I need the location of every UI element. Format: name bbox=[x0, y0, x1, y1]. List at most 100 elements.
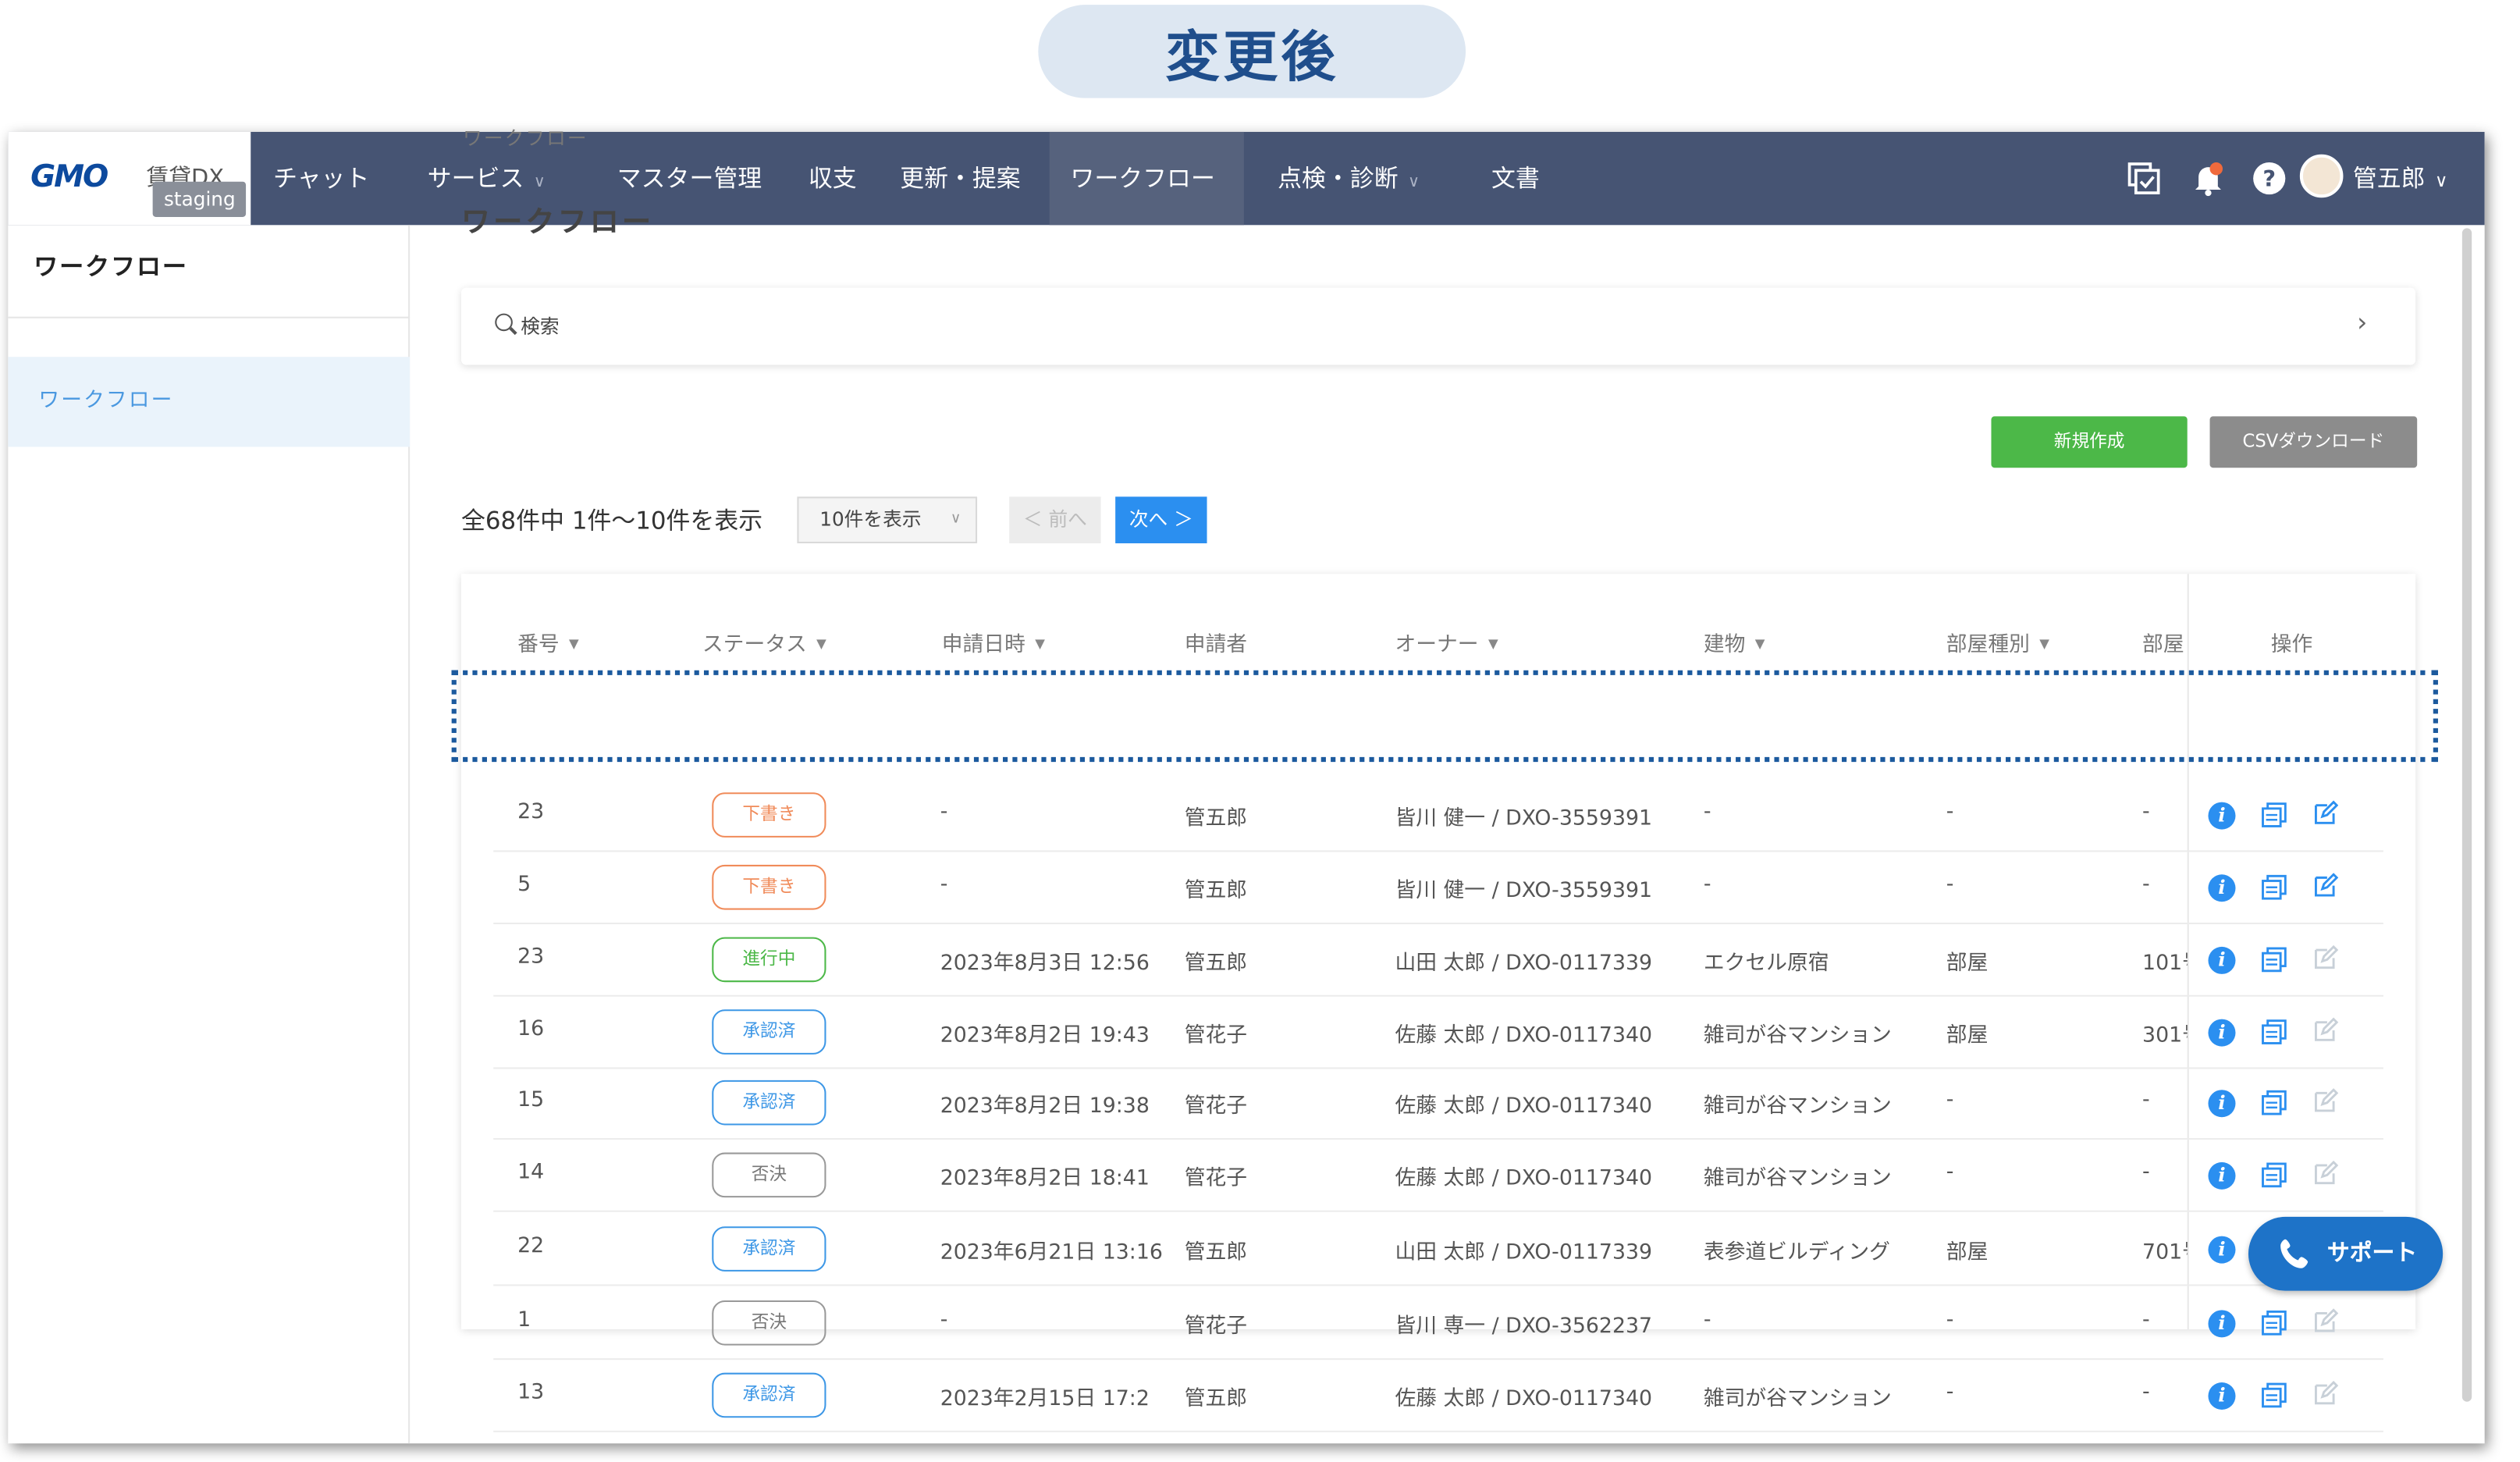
next-page-button[interactable]: 次へ ＞ bbox=[1115, 496, 1207, 544]
task-check-icon[interactable] bbox=[2123, 158, 2165, 200]
chevron-right-icon: › bbox=[2357, 307, 2368, 338]
nav-workflow[interactable]: ワークフロー bbox=[1049, 131, 1244, 226]
help-icon[interactable]: ? bbox=[2248, 158, 2291, 200]
nav-inspection[interactable]: 点検・診断 ∨ bbox=[1256, 132, 1440, 225]
header-owner[interactable]: オーナー ▼ bbox=[1395, 627, 1498, 657]
table-row[interactable]: 22 2023年6月21日 13:16 管五郎 山田 太郎 / DXO-0117339… bbox=[493, 1214, 2383, 1286]
avatar bbox=[2299, 154, 2344, 198]
header-date[interactable]: 申請日時 ▼ bbox=[942, 627, 1045, 657]
info-icon[interactable]: i bbox=[2208, 1090, 2236, 1118]
prev-page-button[interactable]: ＜ 前へ bbox=[1009, 496, 1101, 544]
info-icon[interactable]: i bbox=[2208, 1019, 2236, 1047]
info-icon[interactable]: i bbox=[2208, 874, 2236, 902]
search-panel-toggle[interactable]: 検索 › bbox=[461, 287, 2416, 365]
cell-applicant: 管花子 bbox=[1184, 1167, 1248, 1191]
copy-icon[interactable] bbox=[2261, 1090, 2287, 1115]
new-button[interactable]: 新規作成 bbox=[1991, 416, 2188, 468]
cell-room-type: - bbox=[1946, 873, 1954, 898]
cell-owner: 山田 太郎 / DXO-0117339 bbox=[1395, 1240, 1653, 1265]
copy-icon[interactable] bbox=[2261, 802, 2287, 828]
highlight-box bbox=[451, 670, 2438, 763]
table-row[interactable]: 15 2023年8月2日 19:38 管花子 佐藤 太郎 / DXO-0117340 雑… bbox=[493, 1067, 2383, 1140]
cell-owner: 皆川 健一 / DXO-3559391 bbox=[1395, 806, 1653, 831]
cell-room: - bbox=[2142, 1308, 2150, 1333]
cell-room: 101号 bbox=[2142, 952, 2188, 976]
copy-icon[interactable] bbox=[2261, 1310, 2287, 1336]
app-logo[interactable]: GMO 賃貸DX staging bbox=[8, 131, 251, 226]
info-icon[interactable]: i bbox=[2208, 1310, 2236, 1338]
cell-number: 13 bbox=[517, 1380, 545, 1405]
header-room-type[interactable]: 部屋種別 ▼ bbox=[1946, 627, 2049, 657]
csv-download-button[interactable]: CSVダウンロード bbox=[2209, 416, 2418, 468]
sort-icon: ▼ bbox=[1487, 636, 1498, 652]
cell-number: 5 bbox=[517, 873, 531, 898]
support-button[interactable]: サポート bbox=[2248, 1216, 2444, 1291]
cell-room-type: - bbox=[1946, 800, 1954, 825]
cell-owner: 佐藤 太郎 / DXO-0117340 bbox=[1395, 1167, 1653, 1191]
user-menu[interactable]: 管五郎 ∨ bbox=[2299, 132, 2447, 225]
cell-room-type: - bbox=[1946, 1308, 1954, 1333]
scrollbar[interactable] bbox=[2461, 228, 2472, 1402]
cell-room: - bbox=[2142, 873, 2150, 898]
table-row[interactable]: 14 2023年8月2日 18:41 管花子 佐藤 太郎 / DXO-0117340 雑… bbox=[493, 1140, 2383, 1212]
nav-finance[interactable]: 収支 bbox=[789, 132, 876, 225]
copy-icon[interactable] bbox=[2261, 1019, 2287, 1045]
cell-applicant: 管花子 bbox=[1184, 1094, 1248, 1119]
copy-icon[interactable] bbox=[2261, 874, 2287, 900]
status-badge: 承認済 bbox=[712, 1080, 826, 1126]
svg-text:?: ? bbox=[2262, 165, 2276, 192]
table-row[interactable]: 23 - 管五郎 皆川 健一 / DXO-3559391 - - - 下書き bbox=[493, 780, 2383, 852]
nav-renewal[interactable]: 更新・提案 bbox=[880, 132, 1040, 225]
nav-chat[interactable]: チャット bbox=[251, 132, 392, 225]
header-building[interactable]: 建物 ▼ bbox=[1704, 627, 1765, 657]
cell-room-type: 部屋 bbox=[1946, 1240, 1989, 1265]
nav-documents[interactable]: 文書 bbox=[1470, 132, 1560, 225]
notification-bell-icon[interactable] bbox=[2188, 158, 2230, 200]
cell-applicant: 管五郎 bbox=[1184, 1240, 1248, 1265]
copy-icon[interactable] bbox=[2261, 1382, 2287, 1408]
edit-icon[interactable] bbox=[2312, 800, 2339, 827]
header-status[interactable]: ステータス ▼ bbox=[702, 627, 826, 657]
edit-icon[interactable] bbox=[2312, 873, 2339, 898]
cell-applicant: 管五郎 bbox=[1184, 806, 1248, 831]
sort-icon: ▼ bbox=[816, 636, 826, 652]
cell-owner: 皆川 健一 / DXO-3559391 bbox=[1395, 879, 1653, 904]
table-row[interactable]: 23 2023年8月3日 12:56 管五郎 山田 太郎 / DXO-0117339 エ… bbox=[493, 924, 2383, 997]
status-badge: 否決 bbox=[712, 1152, 826, 1198]
screenshot-stage: 変更後 GMO 賃貸DX staging チャット サービス ∨ マスター管理 収… bbox=[0, 0, 2520, 1462]
cell-owner: 皆川 専一 / DXO-3562237 bbox=[1395, 1314, 1653, 1339]
cell-room-type: - bbox=[1946, 1160, 1954, 1185]
table-row[interactable]: 16 2023年8月2日 19:43 管花子 佐藤 太郎 / DXO-0117340 雑… bbox=[493, 997, 2383, 1069]
nav-label: 文書 bbox=[1491, 164, 1540, 194]
nav-label: 収支 bbox=[808, 164, 857, 194]
table-row[interactable]: 5 - 管五郎 皆川 健一 / DXO-3559391 - - - 下書き bbox=[493, 852, 2383, 925]
breadcrumb[interactable]: ワークフロー bbox=[463, 124, 588, 151]
cell-building: 雑司が谷マンション bbox=[1703, 1094, 1892, 1119]
nav-label: サービス bbox=[427, 164, 524, 194]
table-row[interactable]: 13 2023年2月15日 17:2 管五郎 佐藤 太郎 / DXO-0117340 雑… bbox=[493, 1360, 2383, 1432]
info-icon[interactable]: i bbox=[2208, 1161, 2236, 1190]
nav-label: マスター管理 bbox=[617, 164, 762, 194]
sidebar-item-workflow[interactable]: ワークフロー bbox=[8, 357, 411, 447]
cell-room: 701号 bbox=[2142, 1240, 2188, 1265]
cell-number: 14 bbox=[517, 1160, 545, 1185]
info-icon[interactable]: i bbox=[2208, 1382, 2236, 1410]
info-icon[interactable]: i bbox=[2208, 802, 2236, 830]
search-icon bbox=[495, 313, 513, 332]
per-page-select[interactable]: 10件を表示 ∨ bbox=[797, 496, 978, 544]
cell-number: 16 bbox=[517, 1017, 545, 1042]
info-icon[interactable]: i bbox=[2208, 946, 2236, 974]
cell-date: 2023年8月3日 12:56 bbox=[940, 952, 1150, 976]
copy-icon[interactable] bbox=[2261, 947, 2287, 973]
copy-icon[interactable] bbox=[2261, 1162, 2287, 1188]
cell-number: 23 bbox=[517, 800, 545, 825]
cell-date: - bbox=[940, 800, 948, 825]
page-title: ワークフロー bbox=[461, 205, 655, 240]
sort-icon: ▼ bbox=[569, 636, 579, 652]
cell-building: - bbox=[1703, 1308, 1711, 1333]
header-number[interactable]: 番号 ▼ bbox=[517, 627, 579, 657]
status-badge: 進行中 bbox=[712, 937, 826, 983]
cell-room-type: - bbox=[1946, 1380, 1954, 1405]
table-row[interactable]: 1 - 管花子 皆川 専一 / DXO-3562237 - - - 否決 bbox=[493, 1287, 2383, 1361]
info-icon[interactable]: i bbox=[2208, 1236, 2236, 1264]
